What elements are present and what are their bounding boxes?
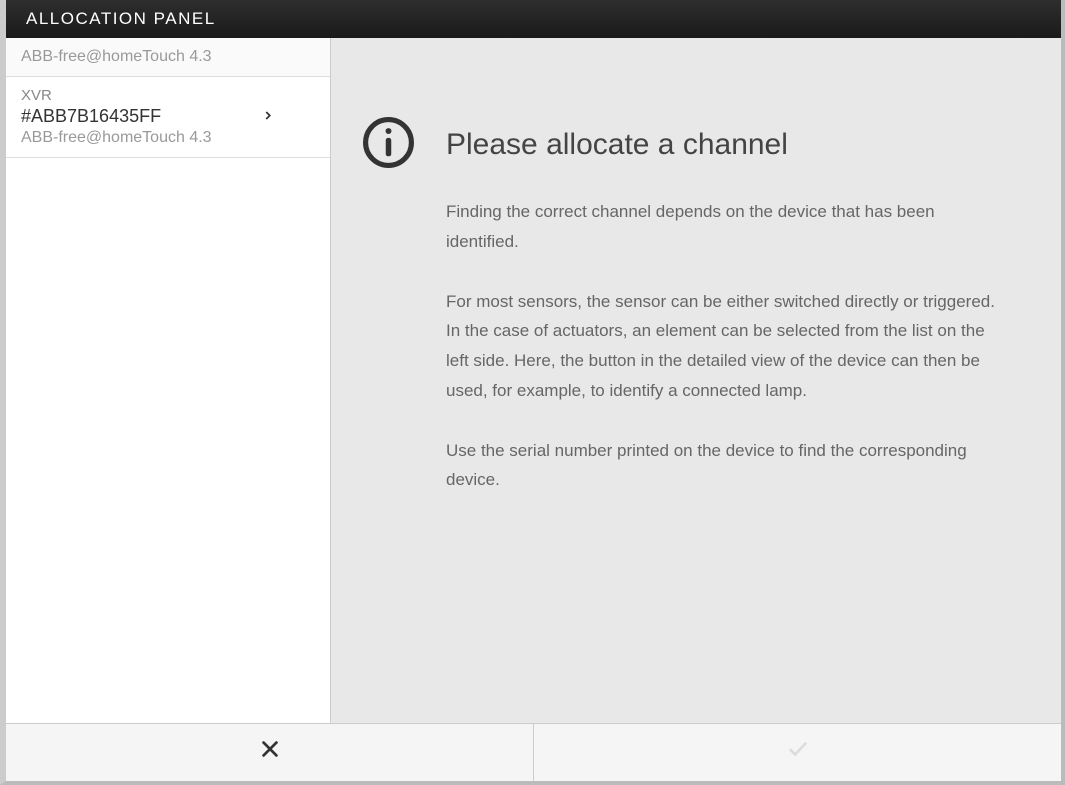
sidebar-item-device[interactable]: XVR #ABB7B16435FF ABB-free@homeTouch 4.3 (6, 77, 330, 158)
panel-title: ALLOCATION PANEL (26, 9, 216, 28)
cancel-button[interactable] (6, 724, 534, 781)
content-pane: Please allocate a channel Finding the co… (331, 38, 1061, 723)
content-title: Please allocate a channel (446, 128, 1001, 162)
check-icon (787, 738, 809, 767)
sidebar-item-shortname: XVR (21, 87, 315, 104)
content-paragraph-3: Use the serial number printed on the dev… (446, 436, 1001, 496)
sidebar-item-model: ABB-free@homeTouch 4.3 (21, 129, 315, 147)
panel-header: ALLOCATION PANEL (6, 0, 1061, 38)
chevron-right-icon (261, 107, 275, 128)
content-paragraph-2: For most sensors, the sensor can be eith… (446, 287, 1001, 406)
content-paragraph-1: Finding the correct channel depends on t… (446, 197, 1001, 257)
info-icon (361, 115, 416, 683)
main-area: ABB-free@homeTouch 4.3 XVR #ABB7B16435FF… (6, 38, 1061, 723)
content-text: Please allocate a channel Finding the co… (446, 118, 1001, 683)
sidebar-item-label: ABB-free@homeTouch 4.3 (21, 48, 212, 65)
confirm-button[interactable] (534, 724, 1061, 781)
footer-buttons (6, 723, 1061, 781)
allocation-panel: ALLOCATION PANEL ABB-free@homeTouch 4.3 … (0, 0, 1065, 785)
sidebar: ABB-free@homeTouch 4.3 XVR #ABB7B16435FF… (6, 38, 331, 723)
close-icon (259, 738, 281, 767)
sidebar-item-device-type[interactable]: ABB-free@homeTouch 4.3 (6, 38, 330, 77)
